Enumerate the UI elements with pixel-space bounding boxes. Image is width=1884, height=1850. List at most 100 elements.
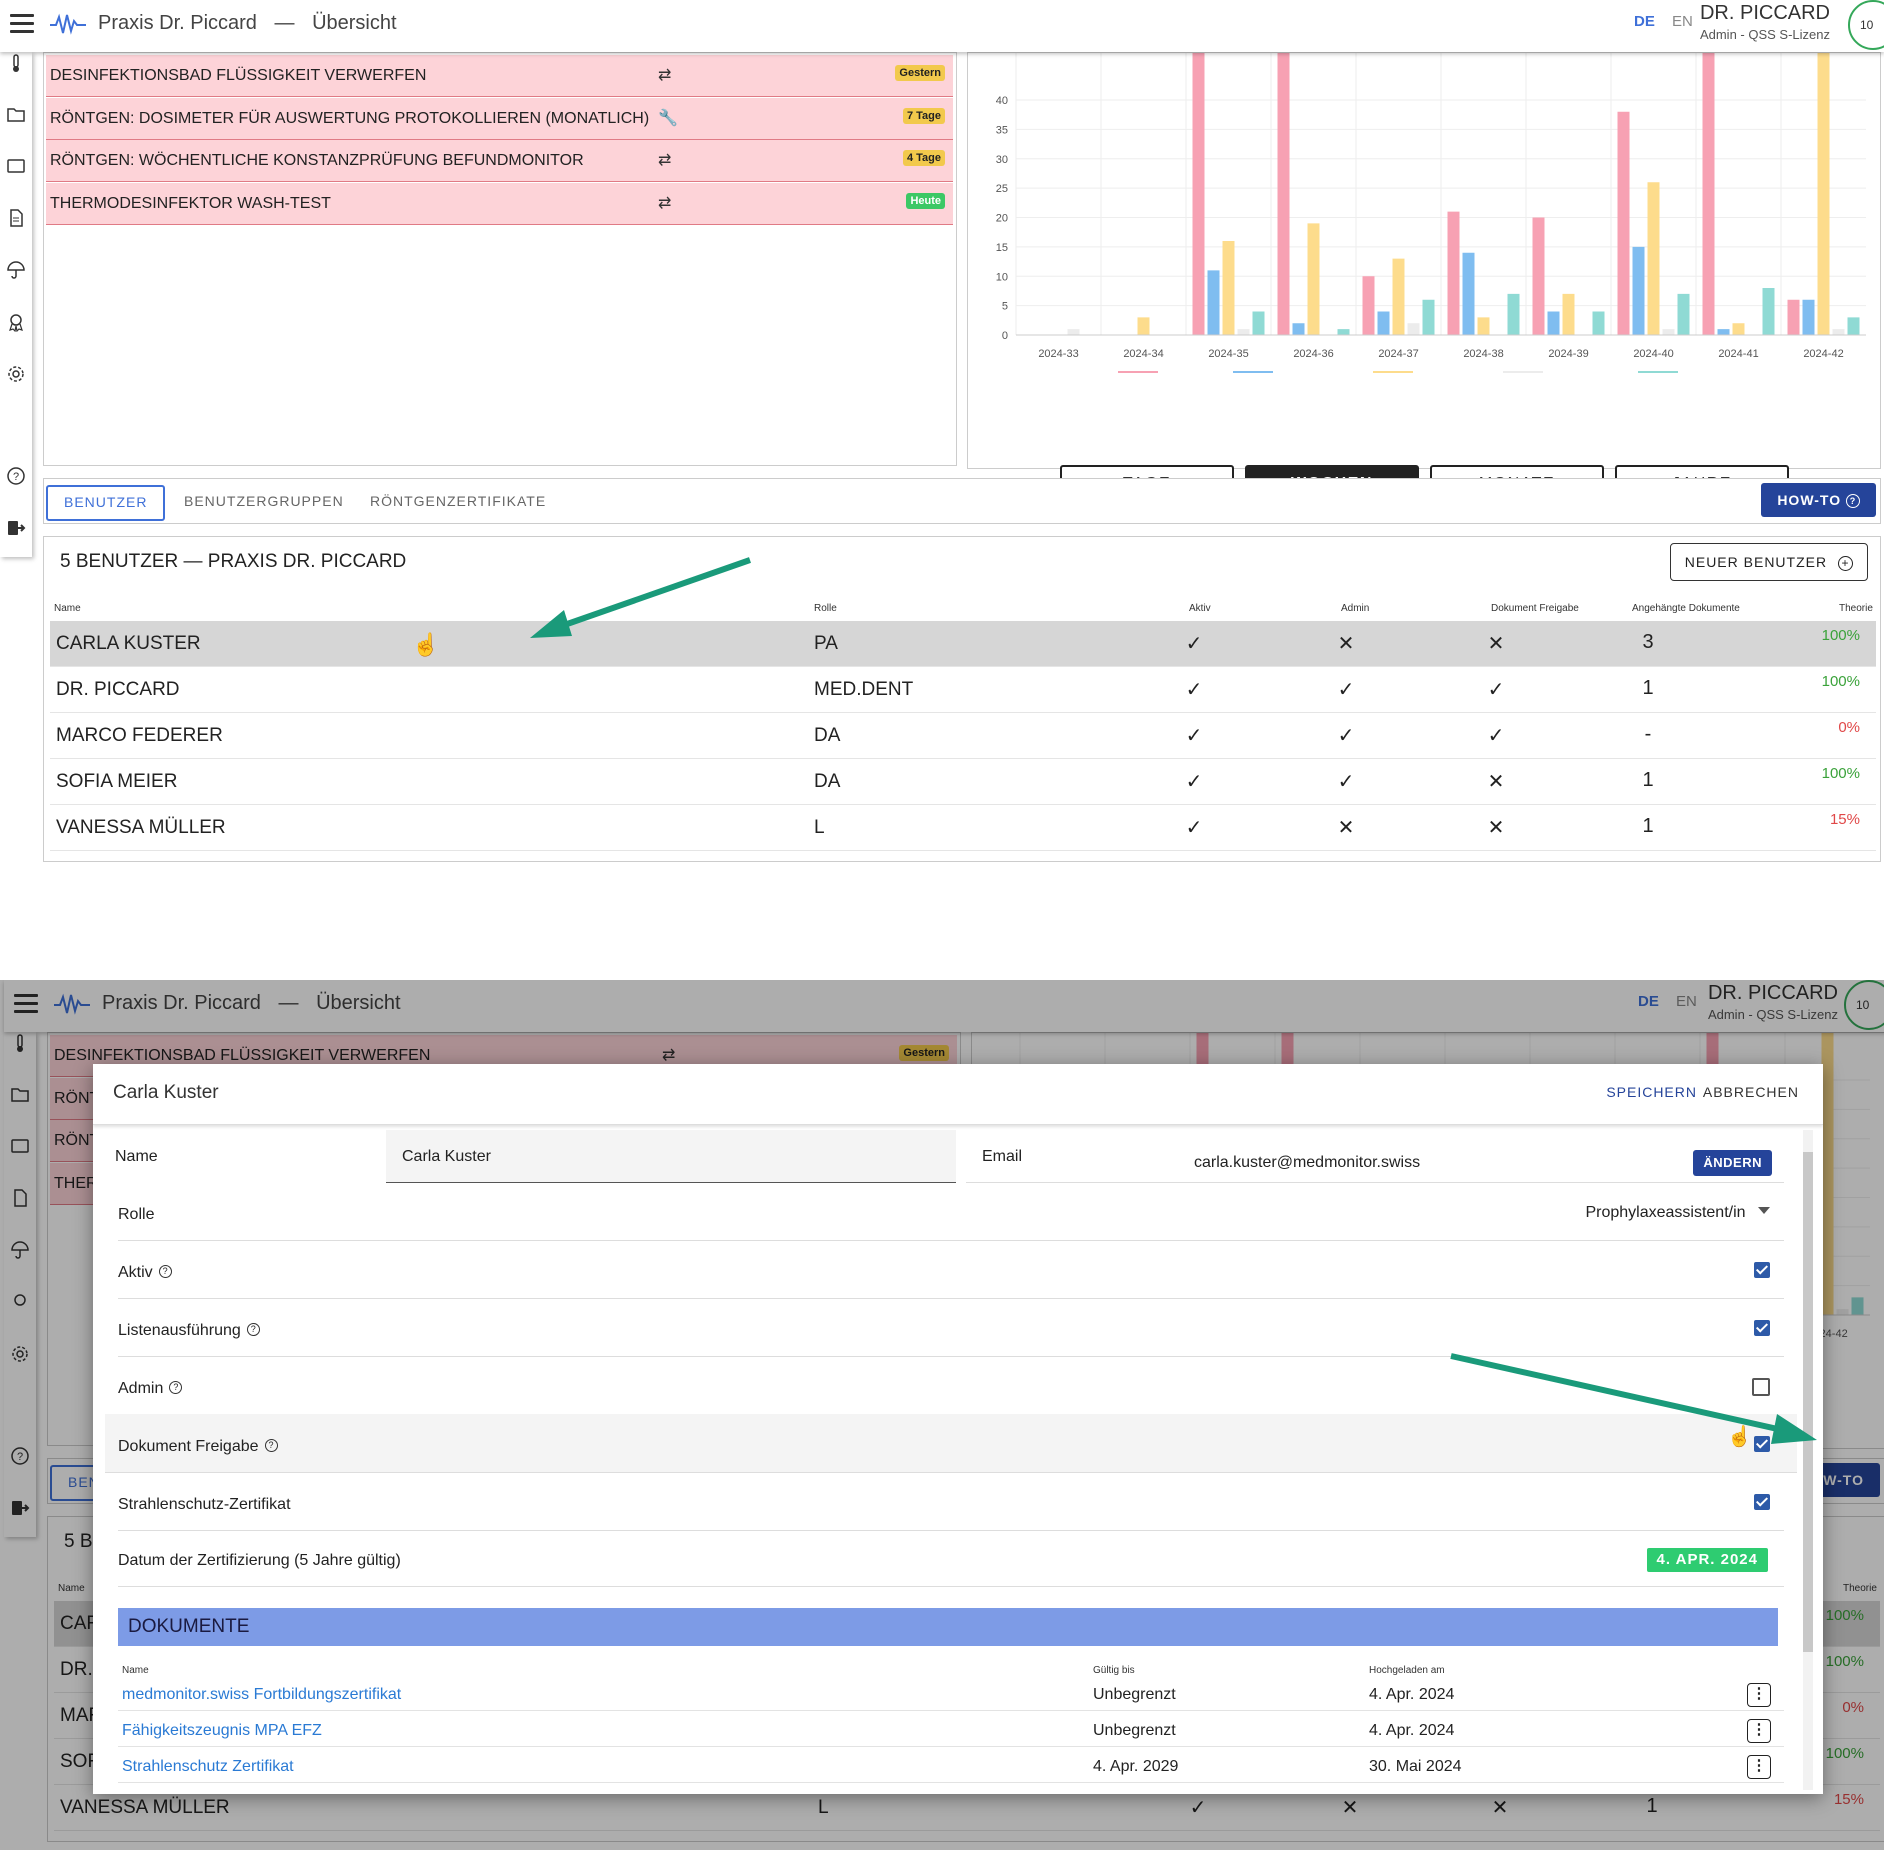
document-link[interactable]: medmonitor.swiss Fortbildungszertifikat xyxy=(122,1686,401,1704)
tab-benutzer[interactable]: BENUTZER xyxy=(46,485,166,521)
cancel-button[interactable]: ABBRECHEN xyxy=(1703,1084,1799,1100)
bar-carla-kuster[interactable] xyxy=(1422,299,1435,335)
bar-dr-piccard[interactable] xyxy=(1647,182,1660,335)
checkbox[interactable] xyxy=(1754,1262,1770,1278)
tablet-icon[interactable] xyxy=(6,156,26,176)
bar-vanessa-m-ller[interactable] xyxy=(1632,246,1645,335)
bar-vanessa-m-ller[interactable] xyxy=(1462,252,1475,335)
bar-dr-piccard[interactable] xyxy=(1392,258,1405,335)
task-row[interactable]: RÖNTGEN: WÖCHENTLICHE KONSTANZPRÜFUNG BE… xyxy=(46,140,953,182)
bar-carla-kuster[interactable] xyxy=(1677,293,1690,335)
logo-icon xyxy=(50,13,86,35)
check-label: Aktiv? xyxy=(118,1264,172,1282)
role-select[interactable]: Prophylaxeassistent/in xyxy=(1585,1204,1770,1222)
help-icon[interactable]: ? xyxy=(246,1323,260,1336)
check-label: Admin? xyxy=(118,1380,183,1398)
bar-carla-kuster[interactable] xyxy=(1592,311,1605,336)
new-user-button[interactable]: NEUER BENUTZER + xyxy=(1669,543,1868,581)
bar-sofia-meier[interactable] xyxy=(1617,111,1630,335)
legend-label: Vanessa Müller xyxy=(1279,372,1354,373)
bar-marco-federer[interactable] xyxy=(1662,329,1675,335)
thermometer-icon[interactable] xyxy=(6,54,26,74)
bar-carla-kuster[interactable] xyxy=(1337,329,1350,335)
bar-dr-piccard[interactable] xyxy=(1222,241,1235,335)
name-input[interactable]: Carla Kuster xyxy=(386,1130,956,1183)
aktiv-mark: ✓ xyxy=(1185,771,1203,793)
change-email-button[interactable]: ÄNDERN xyxy=(1693,1150,1772,1176)
dialog-scrollbar[interactable] xyxy=(1803,1130,1813,1790)
more-menu-icon[interactable]: ⋮ xyxy=(1747,1719,1771,1743)
howto-button[interactable]: HOW-TO ? xyxy=(1761,483,1876,517)
save-button[interactable]: SPEICHERN xyxy=(1606,1084,1697,1100)
table-row[interactable]: CARLA KUSTER PA ✓ ✕ ✕ 3 100% xyxy=(50,621,1876,667)
admin-mark: ✓ xyxy=(1337,771,1355,793)
checkbox[interactable] xyxy=(1754,1320,1770,1336)
table-row[interactable]: VANESSA MÜLLER L ✓ ✕ ✕ 1 15% xyxy=(50,805,1876,851)
help-icon[interactable]: ? xyxy=(169,1381,183,1394)
bar-dr-piccard[interactable] xyxy=(1562,293,1575,335)
bar-marco-federer[interactable] xyxy=(1067,329,1080,335)
task-row[interactable]: DESINFEKTIONSBAD FLÜSSIGKEIT VERWERFEN ⇄ G… xyxy=(46,55,953,97)
logout-icon[interactable] xyxy=(6,518,26,538)
tab-roentgenzertifikate[interactable]: RÖNTGENZERTIFIKATE xyxy=(354,485,562,517)
bar-carla-kuster[interactable] xyxy=(1847,317,1860,335)
bar-marco-federer[interactable] xyxy=(1832,329,1845,335)
umbrella-icon[interactable] xyxy=(6,260,26,280)
document-link[interactable]: Strahlenschutz Zertifikat xyxy=(122,1758,294,1776)
check-label: Strahlenschutz-Zertifikat xyxy=(118,1496,291,1514)
help-icon[interactable]: ? xyxy=(158,1265,172,1278)
legend-swatch xyxy=(1638,371,1678,382)
table-row[interactable]: DR. PICCARD MED.DENT ✓ ✓ ✓ 1 100% xyxy=(50,667,1876,713)
table-row[interactable]: MARCO FEDERER DA ✓ ✓ ✓ - 0% xyxy=(50,713,1876,759)
bar-dr-piccard[interactable] xyxy=(1477,317,1490,335)
folder-icon[interactable] xyxy=(6,104,26,124)
menu-icon[interactable] xyxy=(10,14,34,34)
bar-dr-piccard[interactable] xyxy=(1817,53,1830,335)
document-row: Strahlenschutz Zertifikat 4. Apr. 2029 30.… xyxy=(118,1752,1784,1783)
bar-sofia-meier[interactable] xyxy=(1702,53,1715,335)
task-row[interactable]: THERMODESINFEKTOR WASH-TEST ⇄ Heute xyxy=(46,182,953,225)
lang-en[interactable]: EN xyxy=(1672,13,1693,30)
bar-sofia-meier[interactable] xyxy=(1362,276,1375,335)
more-menu-icon[interactable]: ⋮ xyxy=(1747,1755,1771,1779)
x-tick-label: 2024-41 xyxy=(1718,348,1758,360)
bar-vanessa-m-ller[interactable] xyxy=(1377,311,1390,336)
bar-vanessa-m-ller[interactable] xyxy=(1547,311,1560,336)
bar-vanessa-m-ller[interactable] xyxy=(1292,323,1305,335)
tab-benutzergruppen[interactable]: BENUTZERGRUPPEN xyxy=(168,485,360,517)
bar-sofia-meier[interactable] xyxy=(1447,211,1460,335)
bar-carla-kuster[interactable] xyxy=(1507,293,1520,335)
y-tick-label: 20 xyxy=(996,213,1008,225)
bar-dr-piccard[interactable] xyxy=(1137,317,1150,335)
bar-vanessa-m-ller[interactable] xyxy=(1717,329,1730,335)
help-icon[interactable]: ? xyxy=(6,466,26,486)
document-icon[interactable] xyxy=(6,208,26,228)
bar-vanessa-m-ller[interactable] xyxy=(1207,270,1220,335)
bar-sofia-meier[interactable] xyxy=(1787,299,1800,335)
bar-dr-piccard[interactable] xyxy=(1732,323,1745,335)
table-row[interactable]: SOFIA MEIER DA ✓ ✓ ✕ 1 100% xyxy=(50,759,1876,805)
avatar[interactable]: 10 xyxy=(1848,0,1884,50)
award-icon[interactable] xyxy=(6,312,26,332)
task-row[interactable]: RÖNTGEN: DOSIMETER FÜR AUSWERTUNG PROTOK… xyxy=(46,97,953,140)
bar-sofia-meier[interactable] xyxy=(1192,53,1205,335)
cert-date-button[interactable]: 4. APR. 2024 xyxy=(1646,1548,1768,1572)
bar-marco-federer[interactable] xyxy=(1237,329,1250,335)
bar-carla-kuster[interactable] xyxy=(1762,288,1775,335)
bar-sofia-meier[interactable] xyxy=(1532,217,1545,336)
checkbox[interactable] xyxy=(1754,1494,1770,1510)
bar-marco-federer[interactable] xyxy=(1407,323,1420,335)
gear-icon[interactable] xyxy=(6,364,26,384)
help-icon[interactable]: ? xyxy=(264,1439,278,1452)
bar-carla-kuster[interactable] xyxy=(1252,311,1265,336)
bar-vanessa-m-ller[interactable] xyxy=(1802,299,1815,335)
bar-dr-piccard[interactable] xyxy=(1307,223,1320,335)
more-menu-icon[interactable]: ⋮ xyxy=(1747,1683,1771,1707)
legend-label: Marco Federer xyxy=(1549,372,1621,373)
lang-de[interactable]: DE xyxy=(1634,13,1655,30)
document-link[interactable]: Fähigkeitszeugnis MPA EFZ xyxy=(122,1722,322,1740)
user-info[interactable]: DR. PICCARD Admin - QSS S-Lizenz xyxy=(1700,2,1830,42)
user-name: DR. PICCARD xyxy=(1699,2,1830,24)
bar-sofia-meier[interactable] xyxy=(1277,53,1290,335)
admin-mark: ✓ xyxy=(1337,725,1355,747)
